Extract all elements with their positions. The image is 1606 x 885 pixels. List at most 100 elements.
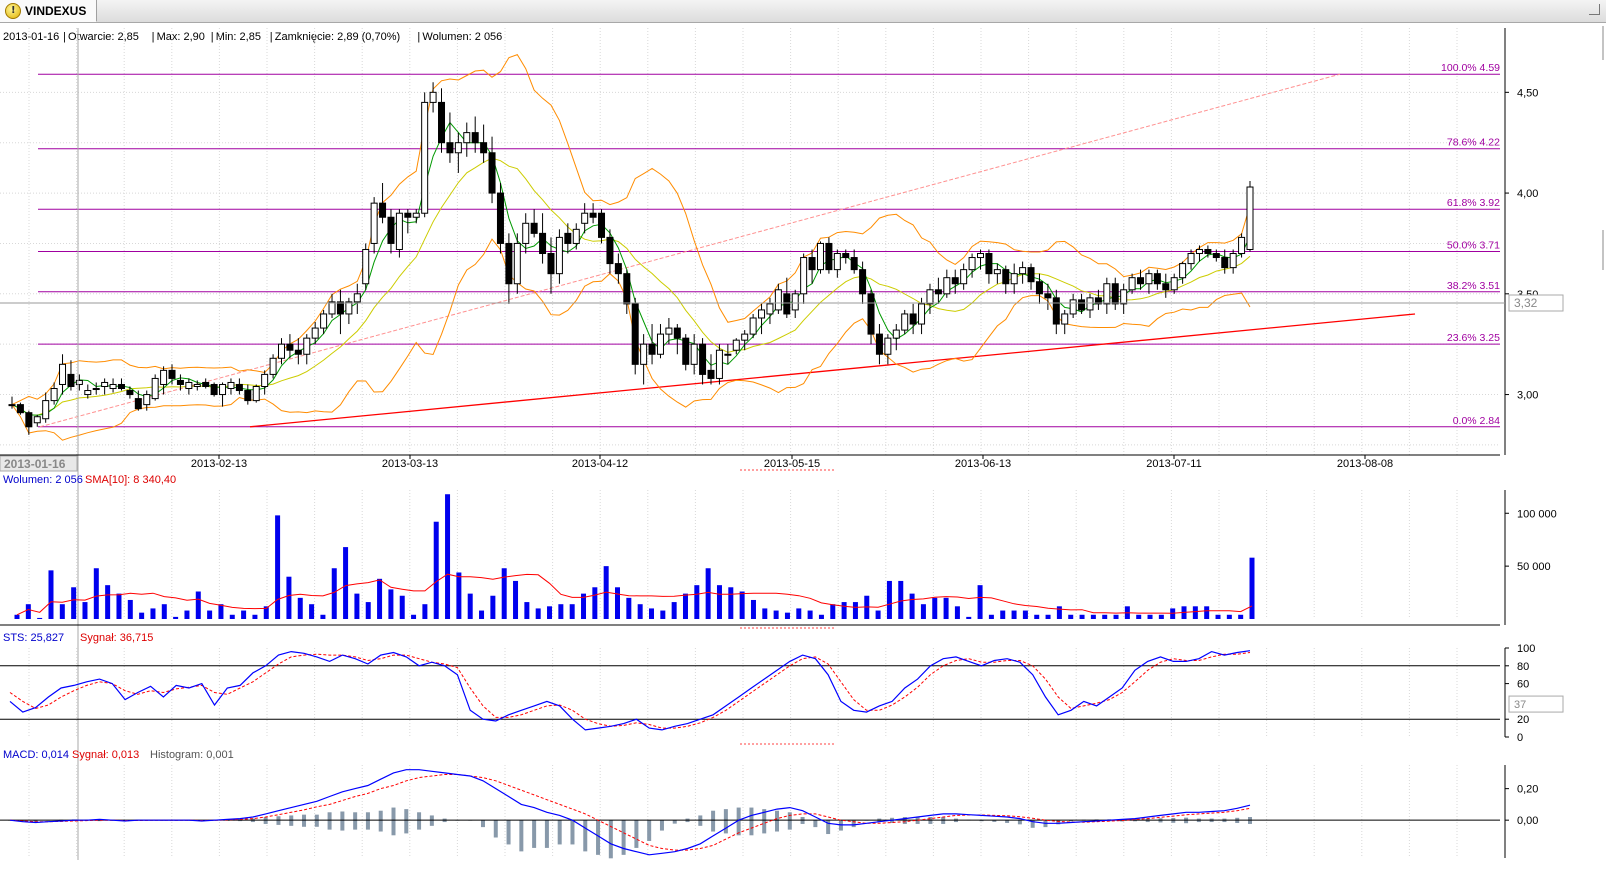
volume-bar <box>195 591 201 619</box>
candle-body <box>193 383 201 387</box>
sts-tick-label: 20 <box>1517 714 1529 726</box>
candle-body <box>572 228 580 244</box>
price-tick-label: 4,50 <box>1517 87 1538 99</box>
time-tick-label: 2013-08-08 <box>1337 458 1393 470</box>
macd-histogram-bar <box>302 814 307 827</box>
crosshair-date-label: 2013-01-16 <box>4 457 66 471</box>
candle-body <box>294 349 302 355</box>
volume-bar <box>807 610 813 619</box>
volume-bar <box>93 568 99 619</box>
candle-body <box>16 404 24 414</box>
sts-tick-label: 100 <box>1517 643 1535 655</box>
macd-histogram-bar <box>557 820 562 845</box>
candle-body <box>648 343 656 355</box>
volume-bar <box>37 617 43 619</box>
volume-bar <box>173 616 179 619</box>
header-volume: Wolumen: 2 056 <box>422 31 502 43</box>
volume-bar <box>127 599 133 619</box>
volume-bar <box>694 585 700 619</box>
candle-body <box>1044 293 1052 299</box>
bollinger-lower-line <box>11 238 1251 441</box>
candle-body <box>993 269 1001 275</box>
volume-bar <box>48 570 54 619</box>
tab-bar: ! VINDEXUS <box>0 0 1606 23</box>
sts-current-label: 37 <box>1514 699 1526 711</box>
fibonacci-label: 61.8% 3.92 <box>1447 197 1500 209</box>
candle-body <box>816 242 824 271</box>
candle-body <box>92 388 100 391</box>
candle-body <box>774 289 782 311</box>
candle-body <box>395 212 403 250</box>
volume-bar <box>977 585 983 619</box>
candle-body <box>766 303 774 315</box>
header-date: 2013-01-16 <box>3 31 59 43</box>
candle-body <box>303 337 311 355</box>
time-tick-label: 2013-02-13 <box>191 458 247 470</box>
macd-histogram-bar <box>608 820 613 859</box>
volume-bar <box>377 578 383 619</box>
candle-body <box>353 293 361 303</box>
candle-body <box>84 390 92 396</box>
candle-body <box>589 212 597 218</box>
candle-body <box>117 383 125 390</box>
macd-histogram-bar <box>365 812 370 830</box>
candle-body <box>732 339 740 351</box>
volume-bar <box>241 610 247 619</box>
candle-body <box>884 337 892 355</box>
header-separator: | <box>270 31 273 43</box>
candle-body <box>665 327 673 335</box>
candle-body <box>269 357 277 375</box>
volume-bar <box>71 587 77 619</box>
price-tick-label: 4,00 <box>1517 188 1538 200</box>
volume-bar <box>388 589 394 619</box>
volume-bar <box>943 597 949 619</box>
macd-histogram-bar <box>391 807 396 836</box>
chart-area[interactable]: 2013-01-16 | Otwarcie: 2,85 | Max: 2,90 | Min:… <box>0 22 1606 885</box>
fibonacci-label: 23.6% 3.25 <box>1447 332 1500 344</box>
volume-sma-label: SMA[10]: 8 340,40 <box>85 474 176 486</box>
candle-body <box>951 277 959 285</box>
volume-bar <box>626 597 632 619</box>
volume-bar <box>739 591 745 619</box>
volume-bar <box>343 547 349 619</box>
candle-body <box>463 132 471 144</box>
candle-body <box>488 152 496 194</box>
candle-body <box>1103 283 1111 305</box>
candle-body <box>126 390 134 396</box>
candle-body <box>530 222 538 234</box>
volume-bar <box>207 610 213 619</box>
volume-bar <box>558 604 564 619</box>
header-open: Otwarcie: 2,85 <box>68 31 139 43</box>
macd-histogram-label: Histogram: 0,001 <box>150 749 234 761</box>
candle-body <box>1002 269 1010 285</box>
candle-body <box>513 242 521 285</box>
volume-bar <box>354 593 360 619</box>
candle-body <box>50 388 58 402</box>
candle-body <box>1145 273 1153 285</box>
volume-bar <box>399 595 405 619</box>
volume-bar <box>1022 610 1028 619</box>
candle-body <box>328 301 336 315</box>
candle-body <box>1069 299 1077 315</box>
volume-tick-label: 50 000 <box>1517 561 1551 573</box>
time-tick-label: 2013-07-11 <box>1146 458 1201 470</box>
volume-bar <box>705 568 711 619</box>
candle-body <box>33 416 41 424</box>
candle-body <box>505 242 513 285</box>
volume-bar <box>637 604 643 619</box>
volume-bar <box>1068 614 1074 619</box>
macd-histogram-bar <box>417 812 422 830</box>
candle-body <box>791 293 799 311</box>
tab-vindexus[interactable]: ! VINDEXUS <box>0 0 97 22</box>
candle-body <box>1162 283 1170 291</box>
volume-bar <box>830 604 836 619</box>
candle-body <box>656 333 664 355</box>
volume-bar <box>1226 614 1232 619</box>
header-max: Max: 2,90 <box>157 31 205 43</box>
macd-histogram-bar <box>404 809 409 834</box>
macd-histogram-bar <box>378 810 383 832</box>
volume-bar <box>229 614 235 619</box>
candle-body <box>673 327 681 339</box>
volume-bar <box>82 602 88 619</box>
volume-bar <box>1079 614 1085 619</box>
